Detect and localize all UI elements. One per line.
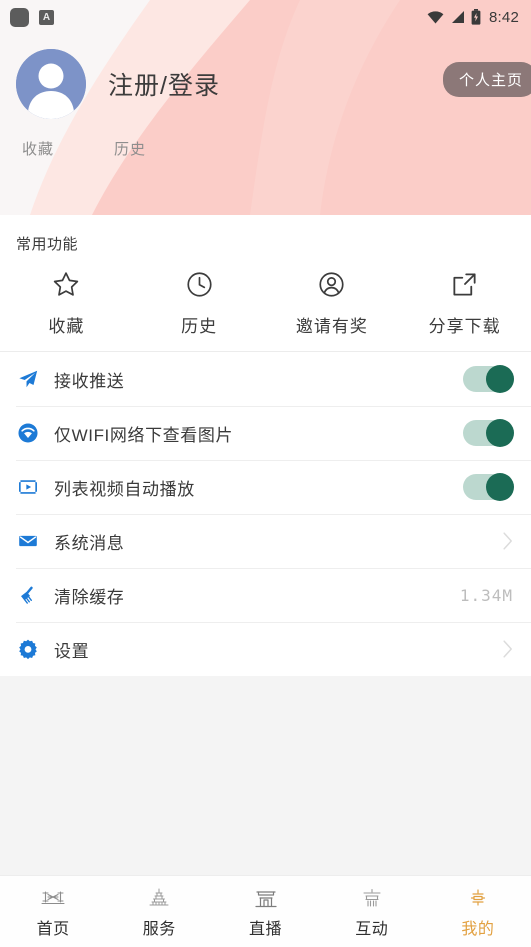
share-external-icon (449, 268, 481, 300)
settings-row-control: 1.34M (460, 586, 513, 605)
bridge-icon (40, 885, 66, 909)
quick-item-history[interactable]: 历史 (133, 268, 266, 337)
app-screen: A 8:42 注册/登录 个人主页 收藏 历史 常用功能 收藏 历史 邀请有奖 … (0, 0, 531, 947)
star-icon (50, 268, 82, 300)
wifi-only-images-toggle[interactable] (463, 419, 514, 447)
settings-row-label: 清除缓存 (54, 587, 125, 607)
nav-item-home[interactable]: 首页 (0, 876, 106, 947)
nav-item-interaction[interactable]: 互动 (319, 876, 425, 947)
quick-item-invite[interactable]: 邀请有奖 (266, 268, 399, 337)
settings-row-label: 列表视频自动播放 (54, 479, 195, 499)
toggle-knob (486, 473, 514, 501)
profile-header: A 8:42 注册/登录 个人主页 收藏 历史 (0, 0, 531, 215)
quick-item-label: 分享下载 (428, 317, 501, 336)
settings-row-control (463, 365, 514, 393)
chevron-right-icon (503, 640, 512, 658)
nav-item-label: 服务 (142, 920, 176, 938)
app-square-icon (10, 7, 29, 27)
mini-tab-history[interactable]: 历史 (114, 138, 146, 159)
avatar[interactable] (16, 49, 86, 119)
settings-row-control (463, 419, 514, 447)
settings-row-control (503, 640, 513, 658)
gate-house-icon (253, 885, 279, 909)
status-bar-clock: 8:42 (489, 8, 519, 26)
settings-row-control (503, 532, 513, 550)
quick-item-label: 历史 (181, 317, 218, 336)
settings-row-label: 接收推送 (54, 371, 125, 391)
gear-icon (16, 637, 40, 661)
wifi-icon (427, 11, 444, 24)
settings-row-settings[interactable]: 设置 (0, 622, 531, 676)
settings-row-video-autoplay[interactable]: 列表视频自动播放 (0, 460, 531, 514)
chevron-right-icon (503, 532, 512, 550)
video-film-icon (16, 475, 40, 499)
clock-icon (183, 268, 215, 300)
nav-item-mine[interactable]: 我的 (425, 876, 531, 947)
nav-item-service[interactable]: 服务 (106, 876, 212, 947)
settings-list: 接收推送 仅WIFI网络下查看图片 列表视频自动播放 系统消息 清除缓存 1.3… (0, 352, 531, 676)
toggle-knob (486, 419, 514, 447)
status-bar-right: 8:42 (427, 9, 519, 26)
common-functions-grid: 收藏 历史 邀请有奖 分享下载 (0, 254, 531, 351)
pagoda-icon (146, 885, 172, 909)
status-bar-left: A (10, 7, 54, 27)
nav-item-label: 我的 (461, 920, 495, 938)
user-circle-icon (316, 268, 348, 300)
battery-icon (471, 9, 481, 25)
quick-item-share-download[interactable]: 分享下载 (398, 268, 531, 337)
envelope-icon (16, 529, 40, 553)
cache-size-value: 1.34M (459, 585, 513, 605)
broom-icon (16, 583, 40, 607)
quick-item-label: 邀请有奖 (295, 317, 368, 336)
quick-item-label: 收藏 (48, 317, 85, 336)
paper-plane-icon (16, 367, 40, 391)
settings-row-system-messages[interactable]: 系统消息 (0, 514, 531, 568)
receive-push-toggle[interactable] (463, 365, 514, 393)
letter-a-icon: A (39, 9, 54, 25)
lantern-icon (465, 885, 491, 909)
settings-row-label: 系统消息 (54, 533, 125, 553)
wifi-circle-icon (16, 421, 40, 445)
toggle-knob (486, 365, 514, 393)
default-user-avatar-icon (16, 49, 86, 119)
nav-item-label: 首页 (36, 920, 70, 938)
settings-row-receive-push[interactable]: 接收推送 (0, 352, 531, 406)
signal-icon (452, 11, 464, 23)
header-mini-tabs: 收藏 历史 (0, 138, 531, 159)
settings-row-control (463, 473, 514, 501)
quick-item-favorites[interactable]: 收藏 (0, 268, 133, 337)
settings-row-clear-cache[interactable]: 清除缓存 1.34M (0, 568, 531, 622)
profile-row: 注册/登录 个人主页 (0, 34, 531, 120)
page-background-filler (0, 676, 531, 875)
content-card: 常用功能 收藏 历史 邀请有奖 分享下载 接收推送 仅WIFI网络下查看图片 列… (0, 215, 531, 676)
settings-row-label: 仅WIFI网络下查看图片 (54, 425, 234, 445)
video-autoplay-toggle[interactable] (463, 473, 514, 501)
login-register-link[interactable]: 注册/登录 (108, 66, 220, 102)
nav-item-label: 互动 (355, 920, 389, 938)
nav-item-live[interactable]: 直播 (212, 876, 318, 947)
mini-tab-favorites[interactable]: 收藏 (22, 138, 54, 159)
personal-homepage-button[interactable]: 个人主页 (442, 62, 531, 97)
settings-row-wifi-only-images[interactable]: 仅WIFI网络下查看图片 (0, 406, 531, 460)
status-bar: A 8:42 (0, 0, 531, 34)
pavilion-icon (359, 885, 385, 909)
common-functions-title: 常用功能 (16, 236, 79, 253)
settings-row-label: 设置 (54, 641, 90, 661)
nav-item-label: 直播 (249, 920, 283, 938)
bottom-navigation: 首页 服务 直播 互动 我的 (0, 875, 531, 947)
